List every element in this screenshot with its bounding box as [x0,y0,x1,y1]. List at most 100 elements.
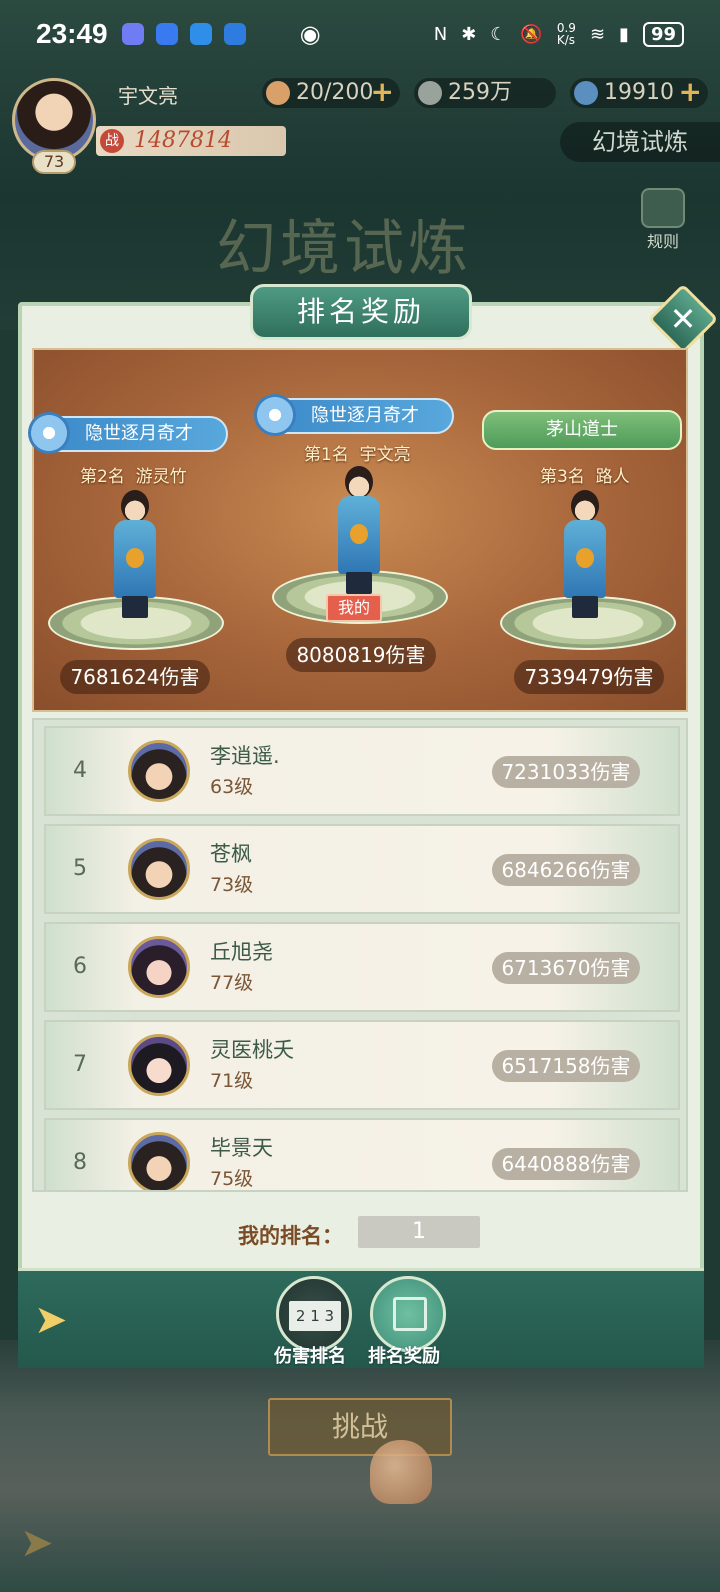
flower-icon [254,394,296,436]
my-rank-value: 1 [358,1216,480,1248]
rule-button[interactable]: 规则 [634,188,692,252]
battery-indicator: 99 [642,21,684,47]
challenge-button[interactable]: 挑战 [268,1398,452,1456]
rank-number: 8 [73,1150,87,1175]
stamina-value: 20/200 [296,80,374,105]
player-name: 路人 [595,467,630,487]
player-name: 游灵竹 [135,467,187,487]
list-item[interactable]: 7 灵医桃夭 71级 6517158伤害 [44,1020,680,1110]
player-level: 73 [32,150,76,174]
title-banner-third: 茅山道士 [482,410,682,450]
app-notification-icon [223,23,246,45]
back-arrow-icon[interactable]: ➤ [34,1300,96,1340]
background-title: 幻境试炼 [216,214,472,284]
mute-icon: 🔕 [520,23,543,45]
avatar[interactable] [128,838,190,900]
tab-ranking-reward[interactable] [370,1276,446,1352]
coin-icon [418,81,442,105]
tab-ranking-reward-label: 排名奖励 [368,1346,440,1367]
status-time: 23:49 [36,18,108,49]
app-notification-icon [121,23,144,45]
mine-badge: 我的 [326,594,382,622]
avatar[interactable] [128,1132,190,1190]
podium-third-label: 第3名 路人 [540,462,630,487]
list-item[interactable]: 8 毕景天 75级 6440888伤害 [44,1118,680,1190]
hero-figure-second[interactable] [108,490,162,620]
app-notification-icon [189,23,212,45]
hero-figure-third[interactable] [558,490,612,620]
nfc-icon: N [433,23,448,45]
player-name: 苍枫 [210,842,252,866]
my-rank-label: 我的排名： [238,1223,343,1248]
player-name: 李逍遥. [210,744,280,768]
podium-icon: 2 1 3 [289,1301,341,1331]
player-name: 宇文亮 [359,445,411,465]
podium-third-damage: 7339479伤害 [514,660,664,694]
add-icon[interactable]: + [679,78,702,106]
flower-icon [28,412,70,454]
avatar[interactable] [128,740,190,802]
podium-first-damage: 8080819伤害 [286,638,436,672]
rank-text: 第1名 [304,445,349,465]
list-item[interactable]: 4 李逍遥. 63级 7231033伤害 [44,726,680,816]
title-banner-first: 隐世逐月奇才 [276,398,454,434]
avatar[interactable] [128,936,190,998]
damage-value: 6440888伤害 [492,1148,640,1180]
title-banner-second: 隐世逐月奇才 [50,416,228,452]
add-icon[interactable]: + [371,78,394,106]
mode-tag: 幻境试炼 [560,122,720,162]
status-bar: 23:49 ◉ N ✱ ☾ 🔕 0.9 K/s ≋ ▮ 99 [0,0,720,68]
coin-resource: 259万 [414,78,556,108]
bluetooth-icon: ✱ [461,23,477,45]
ranking-list[interactable]: 4 李逍遥. 63级 7231033伤害 5 苍枫 73级 6846266伤害 … [32,718,688,1192]
avatar[interactable] [128,1034,190,1096]
rank-number: 4 [73,758,87,783]
player-name: 宇文亮 [118,84,178,108]
player-power: 战 1487814 [96,126,286,156]
damage-value: 6713670伤害 [492,952,640,984]
gem-icon [574,81,598,105]
rank-text: 第3名 [540,467,585,487]
background-bottom [0,1340,720,1592]
tab-damage-ranking-label: 伤害排名 [274,1346,346,1367]
coin-value: 259万 [448,80,512,105]
list-item[interactable]: 6 丘旭尧 77级 6713670伤害 [44,922,680,1012]
pointer-hand-icon [370,1440,432,1504]
rank-text: 第2名 [80,467,125,487]
signal-icon: ▮ [619,23,629,45]
player-level: 77级 [210,972,254,994]
eye-icon: ◉ [299,20,321,48]
gift-icon [393,1297,427,1331]
player-name: 灵医桃夭 [210,1038,294,1062]
list-item[interactable]: 5 苍枫 73级 6846266伤害 [44,824,680,914]
hero-figure-first[interactable] [332,466,386,596]
player-name: 毕景天 [210,1136,273,1160]
app-notification-icon [155,23,178,45]
rank-number: 5 [73,856,87,881]
wifi-icon: ≋ [589,23,606,45]
rank-number: 7 [73,1052,87,1077]
panel-title: 排名奖励 [250,284,472,340]
rank-number: 6 [73,954,87,979]
podium-first-label: 第1名 宇文亮 [304,440,411,465]
player-level: 75级 [210,1168,254,1190]
bottom-tab-bar [18,1268,704,1368]
gem-value: 19910 [604,80,674,105]
player-level: 63级 [210,776,254,798]
power-value: 1487814 [134,128,232,153]
tab-damage-ranking[interactable]: 2 1 3 [276,1276,352,1352]
close-icon: ✕ [669,300,697,338]
player-name: 丘旭尧 [210,940,273,964]
player-level: 71级 [210,1070,254,1092]
damage-value: 7231033伤害 [492,756,640,788]
rule-label: 规则 [646,232,679,251]
damage-value: 6846266伤害 [492,854,640,886]
moon-icon: ☾ [490,23,507,45]
gem-resource[interactable]: 19910 + [570,78,708,108]
scroll-icon [641,188,685,228]
podium-second-label: 第2名 游灵竹 [80,462,187,487]
bottom-back-arrow-icon[interactable]: ➤ [20,1520,54,1566]
stamina-resource[interactable]: 20/200 + [262,78,400,108]
net-speed: 0.9 K/s [556,21,576,47]
damage-value: 6517158伤害 [492,1050,640,1082]
